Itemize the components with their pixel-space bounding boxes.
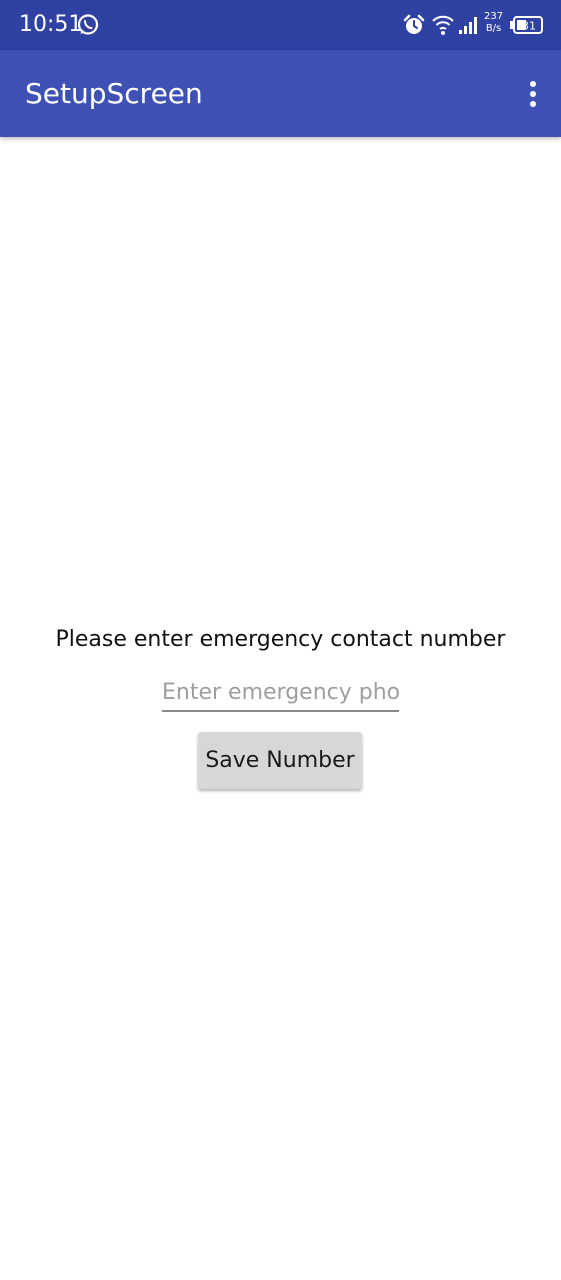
app-bar: SetupScreen	[0, 50, 561, 137]
emergency-phone-input[interactable]	[162, 674, 399, 712]
network-speed: 237 B/s	[484, 11, 503, 35]
alarm-icon	[403, 14, 425, 40]
more-vert-icon[interactable]	[523, 78, 543, 110]
battery-level: 31	[522, 20, 536, 33]
whatsapp-icon	[76, 13, 100, 41]
app-title: SetupScreen	[25, 77, 203, 110]
status-bar: 10:51 237 B/s 31	[0, 0, 561, 50]
network-speed-value: 237	[484, 11, 504, 22]
wifi-icon	[431, 14, 455, 40]
save-number-button[interactable]: Save Number	[198, 732, 362, 789]
network-speed-unit: B/s	[485, 23, 502, 34]
battery-icon: 31	[510, 16, 544, 38]
emergency-contact-prompt: Please enter emergency contact number	[55, 627, 506, 652]
signal-icon	[458, 15, 480, 39]
status-time: 10:51	[19, 12, 83, 37]
